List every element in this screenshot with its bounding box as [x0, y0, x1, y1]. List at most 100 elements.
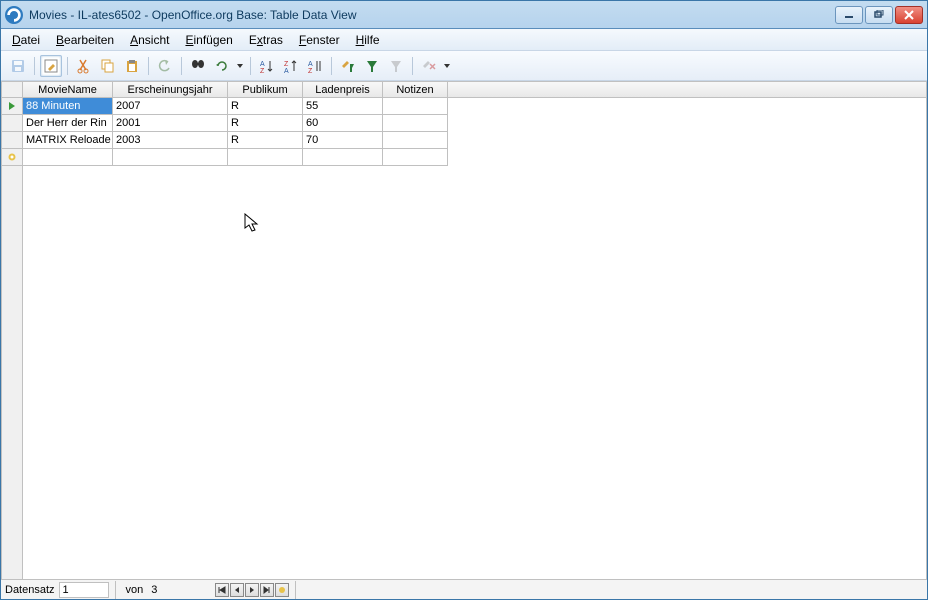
- column-header-moviename[interactable]: MovieName: [23, 81, 113, 98]
- record-label: Datensatz: [1, 584, 59, 596]
- statusbar: Datensatz von 3: [1, 579, 927, 599]
- column-header-publikum[interactable]: Publikum: [228, 81, 303, 98]
- toolbar-separator: [67, 57, 68, 75]
- table-new-row: [1, 149, 927, 166]
- table-row: 88 Minuten 2007 R 55: [1, 98, 927, 115]
- select-all-corner[interactable]: [1, 81, 23, 98]
- toolbar-separator: [412, 57, 413, 75]
- window-title: Movies - IL-ates6502 - OpenOffice.org Ba…: [29, 8, 835, 22]
- cell-notizen[interactable]: [383, 98, 448, 115]
- removefilter-icon[interactable]: [385, 55, 407, 77]
- menu-window[interactable]: Fenster: [292, 31, 347, 49]
- statusbar-separator: [295, 581, 296, 599]
- cell-publikum[interactable]: R: [228, 132, 303, 149]
- cell-publikum[interactable]: R: [228, 98, 303, 115]
- menu-file[interactable]: Datei: [5, 31, 47, 49]
- undo-icon[interactable]: [154, 55, 176, 77]
- cell-moviename[interactable]: [23, 149, 113, 166]
- refresh-icon[interactable]: [211, 55, 233, 77]
- cell-notizen[interactable]: [383, 149, 448, 166]
- cell-moviename[interactable]: Der Herr der Rin: [23, 115, 113, 132]
- toolbar-separator: [331, 57, 332, 75]
- nav-next-icon[interactable]: [245, 583, 259, 597]
- statusbar-separator: [115, 581, 116, 599]
- row-selector[interactable]: [1, 115, 23, 132]
- nav-new-icon[interactable]: [275, 583, 289, 597]
- record-number-input[interactable]: [59, 582, 109, 598]
- cell-notizen[interactable]: [383, 115, 448, 132]
- record-total: 3: [147, 584, 207, 596]
- row-selector[interactable]: [1, 132, 23, 149]
- row-selector-new[interactable]: [1, 149, 23, 166]
- cell-ladenpreis[interactable]: [303, 149, 383, 166]
- app-icon: [5, 6, 23, 24]
- copy-icon[interactable]: [97, 55, 119, 77]
- refresh-dropdown-icon[interactable]: [235, 62, 245, 70]
- cell-notizen[interactable]: [383, 132, 448, 149]
- toolbar-dropdown-icon[interactable]: [442, 62, 452, 70]
- toolbar: AZ ZA AZ: [1, 51, 927, 81]
- sort-desc-icon[interactable]: ZA: [280, 55, 302, 77]
- row-selector-current[interactable]: [1, 98, 23, 115]
- autofilter-icon[interactable]: [337, 55, 359, 77]
- cell-publikum[interactable]: R: [228, 115, 303, 132]
- cell-moviename[interactable]: 88 Minuten: [23, 98, 113, 115]
- menu-insert[interactable]: Einfügen: [178, 31, 239, 49]
- toolbar-separator: [148, 57, 149, 75]
- cell-erscheinungsjahr[interactable]: [113, 149, 228, 166]
- row-stretch: [448, 115, 927, 132]
- svg-text:Z: Z: [260, 68, 265, 74]
- menu-view[interactable]: Ansicht: [123, 31, 176, 49]
- cell-ladenpreis[interactable]: 60: [303, 115, 383, 132]
- cell-ladenpreis[interactable]: 70: [303, 132, 383, 149]
- of-label: von: [122, 584, 148, 596]
- sort-icon[interactable]: AZ: [304, 55, 326, 77]
- titlebar[interactable]: Movies - IL-ates6502 - OpenOffice.org Ba…: [1, 1, 927, 29]
- toolbar-separator: [250, 57, 251, 75]
- menu-extras[interactable]: Extras: [242, 31, 290, 49]
- row-gutter: [1, 166, 23, 579]
- sort-asc-icon[interactable]: AZ: [256, 55, 278, 77]
- menu-edit[interactable]: Bearbeiten: [49, 31, 121, 49]
- svg-text:Z: Z: [284, 61, 289, 68]
- cell-moviename[interactable]: MATRIX Reloade: [23, 132, 113, 149]
- table-row: MATRIX Reloade 2003 R 70: [1, 132, 927, 149]
- cell-publikum[interactable]: [228, 149, 303, 166]
- column-header-ladenpreis[interactable]: Ladenpreis: [303, 81, 383, 98]
- application-window: Movies - IL-ates6502 - OpenOffice.org Ba…: [0, 0, 928, 600]
- save-icon[interactable]: [7, 55, 29, 77]
- row-stretch: [448, 132, 927, 149]
- nav-prev-icon[interactable]: [230, 583, 244, 597]
- close-button[interactable]: [895, 6, 923, 24]
- svg-text:Z: Z: [308, 68, 313, 74]
- grid-header-row: MovieName Erscheinungsjahr Publikum Lade…: [1, 81, 927, 98]
- standardfilter-icon[interactable]: [361, 55, 383, 77]
- delete-filter-icon[interactable]: [418, 55, 440, 77]
- nav-first-icon[interactable]: [215, 583, 229, 597]
- window-controls: [835, 6, 923, 24]
- cell-ladenpreis[interactable]: 55: [303, 98, 383, 115]
- record-nav: [215, 583, 289, 597]
- maximize-button[interactable]: [865, 6, 893, 24]
- toolbar-separator: [181, 57, 182, 75]
- edit-mode-icon[interactable]: [40, 55, 62, 77]
- svg-text:A: A: [308, 61, 313, 68]
- cut-icon[interactable]: [73, 55, 95, 77]
- toolbar-separator: [34, 57, 35, 75]
- column-header-notizen[interactable]: Notizen: [383, 81, 448, 98]
- menubar: Datei Bearbeiten Ansicht Einfügen Extras…: [1, 29, 927, 51]
- find-icon[interactable]: [187, 55, 209, 77]
- minimize-button[interactable]: [835, 6, 863, 24]
- cell-erscheinungsjahr[interactable]: 2003: [113, 132, 228, 149]
- cell-erscheinungsjahr[interactable]: 2007: [113, 98, 228, 115]
- svg-text:A: A: [284, 68, 289, 74]
- paste-icon[interactable]: [121, 55, 143, 77]
- nav-last-icon[interactable]: [260, 583, 274, 597]
- grid-whitespace: [23, 166, 927, 579]
- data-grid: MovieName Erscheinungsjahr Publikum Lade…: [1, 81, 927, 579]
- column-header-erscheinungsjahr[interactable]: Erscheinungsjahr: [113, 81, 228, 98]
- svg-text:A: A: [260, 61, 265, 68]
- row-stretch: [448, 98, 927, 115]
- cell-erscheinungsjahr[interactable]: 2001: [113, 115, 228, 132]
- menu-help[interactable]: Hilfe: [349, 31, 387, 49]
